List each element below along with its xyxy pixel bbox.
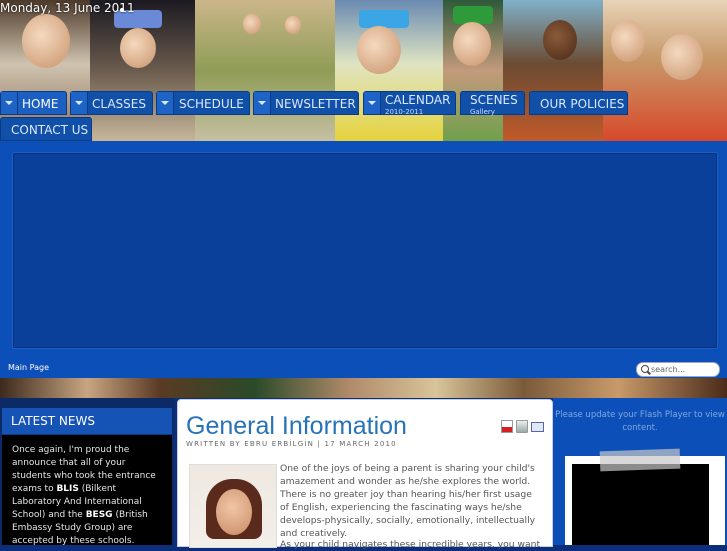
news-bold-blis: BLIS <box>56 484 79 494</box>
chevron-down-icon[interactable] <box>254 92 271 114</box>
latest-news-title: LATEST NEWS <box>11 414 95 428</box>
nav-calendar[interactable]: CALENDAR 2010-2011 <box>363 91 456 116</box>
nav-scenes-sublabel: Gallery <box>470 108 495 116</box>
header-photo <box>335 0 443 142</box>
nav-newsletter[interactable]: NEWSLETTER <box>253 91 359 115</box>
nav-schedule[interactable]: SCHEDULE <box>156 91 250 115</box>
photo-divider-strip <box>0 378 727 398</box>
pdf-icon[interactable] <box>501 420 513 433</box>
latest-news-text: Once again, I'm proud the announce that … <box>12 444 164 548</box>
nav-contact-label: CONTACT US <box>11 123 89 137</box>
article-title[interactable]: General Information <box>186 412 407 441</box>
current-date: Monday, 13 June 2011 <box>0 1 135 15</box>
print-icon[interactable] <box>516 420 528 433</box>
nav-classes[interactable]: CLASSES <box>70 91 153 115</box>
nav-schedule-label: SCHEDULE <box>179 97 244 111</box>
chevron-down-icon[interactable] <box>71 92 88 114</box>
right-sidebar: Please update your Flash Player to view … <box>553 398 727 545</box>
nav-home-label: HOME <box>22 97 59 111</box>
search-box[interactable] <box>636 362 720 377</box>
nav-our-policies[interactable]: OUR POLICIES <box>529 91 628 115</box>
left-sidebar: LATEST NEWS Once again, I'm proud the an… <box>0 398 174 548</box>
email-icon[interactable] <box>531 422 544 432</box>
search-input[interactable] <box>651 363 715 376</box>
nav-contact-us[interactable]: CONTACT US <box>0 117 92 141</box>
latest-news-header: LATEST NEWS <box>2 408 172 435</box>
search-icon[interactable] <box>641 365 649 373</box>
article-meta: WRITTEN BY EBRU ERBİLGİN | 17 MARCH 2010 <box>186 440 397 448</box>
tape-decoration <box>599 448 681 472</box>
flash-player-message: Please update your Flash Player to view … <box>555 410 725 433</box>
nav-calendar-sublabel: 2010-2011 <box>385 108 424 116</box>
nav-newsletter-label: NEWSLETTER <box>275 97 356 111</box>
header-photo <box>503 0 603 142</box>
chevron-down-icon[interactable] <box>157 92 174 114</box>
nav-scenes[interactable]: SCENES Gallery <box>460 91 525 116</box>
header-photo <box>603 0 727 142</box>
nav-policies-label: OUR POLICIES <box>540 97 625 111</box>
main-content-area: Main Page <box>0 141 727 378</box>
photo-placeholder <box>572 464 709 545</box>
nav-home[interactable]: HOME <box>0 91 67 115</box>
date-separator-dot <box>120 8 124 12</box>
news-bold-besg: BESG <box>85 510 113 520</box>
author-photo <box>189 464 277 548</box>
latest-news-body: Once again, I'm proud the announce that … <box>2 435 172 548</box>
chevron-down-icon[interactable] <box>364 92 381 114</box>
nav-scenes-label: SCENES <box>470 93 518 107</box>
header-photo <box>90 0 195 142</box>
slideshow-panel <box>12 152 718 349</box>
header-banner: Monday, 13 June 2011 HOME CLASSES SCHEDU… <box>0 0 727 142</box>
article-paragraph: One of the joys of being a parent is sha… <box>280 463 536 539</box>
nav-calendar-label: CALENDAR <box>385 93 451 107</box>
header-photo <box>443 0 503 142</box>
breadcrumb[interactable]: Main Page <box>8 363 49 372</box>
nav-classes-label: CLASSES <box>92 97 146 111</box>
chevron-down-icon[interactable] <box>1 92 18 114</box>
article: General Information WRITTEN BY EBRU ERBİ… <box>177 399 553 550</box>
header-photo <box>195 0 335 142</box>
